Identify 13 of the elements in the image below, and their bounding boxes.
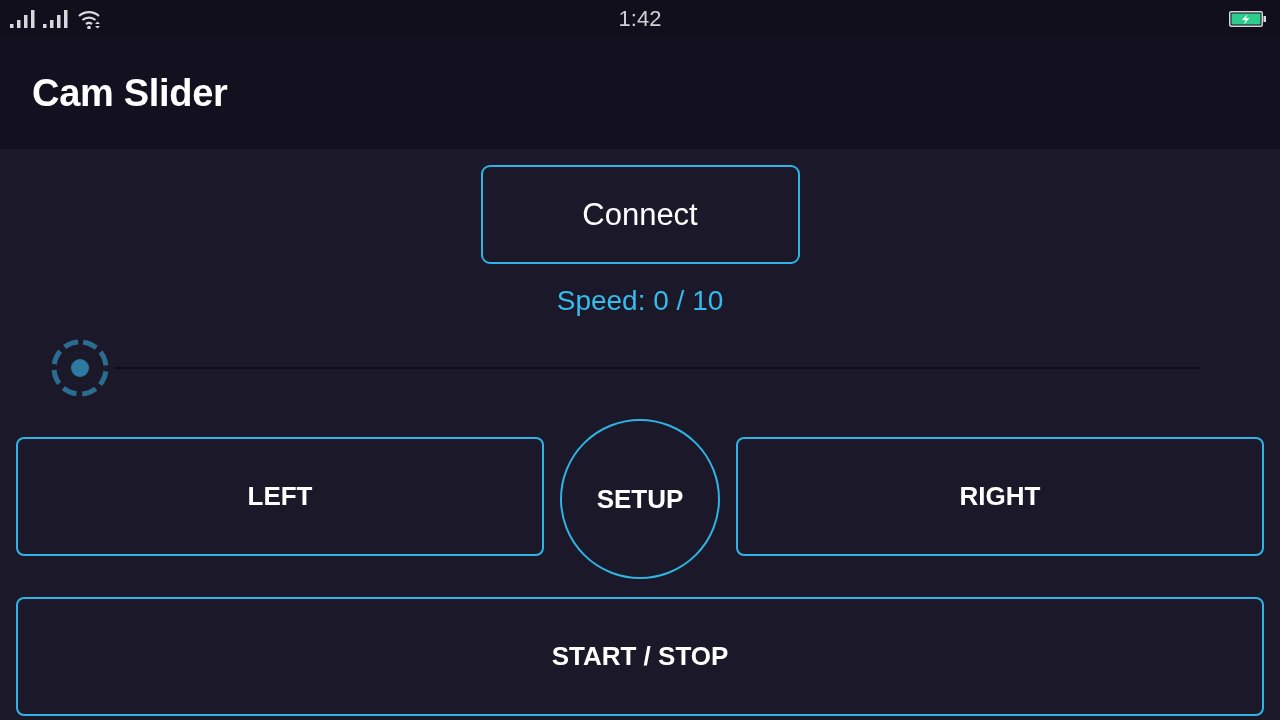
setup-button[interactable]: SETUP [560,419,720,579]
status-time: 1:42 [618,5,662,32]
slider-thumb[interactable] [50,338,110,398]
signal-icon [10,9,35,28]
start-stop-button[interactable]: START / STOP [16,597,1264,716]
left-button[interactable]: LEFT [16,436,544,556]
connect-button[interactable]: Connect [480,165,800,264]
wifi-icon [78,8,101,29]
signal-icon [43,9,68,28]
speed-label: Speed: 0 / 10 [556,284,724,318]
app-title: Cam Slider [32,71,228,115]
battery-charging-icon [1229,10,1266,27]
right-button[interactable]: RIGHT [736,436,1264,556]
